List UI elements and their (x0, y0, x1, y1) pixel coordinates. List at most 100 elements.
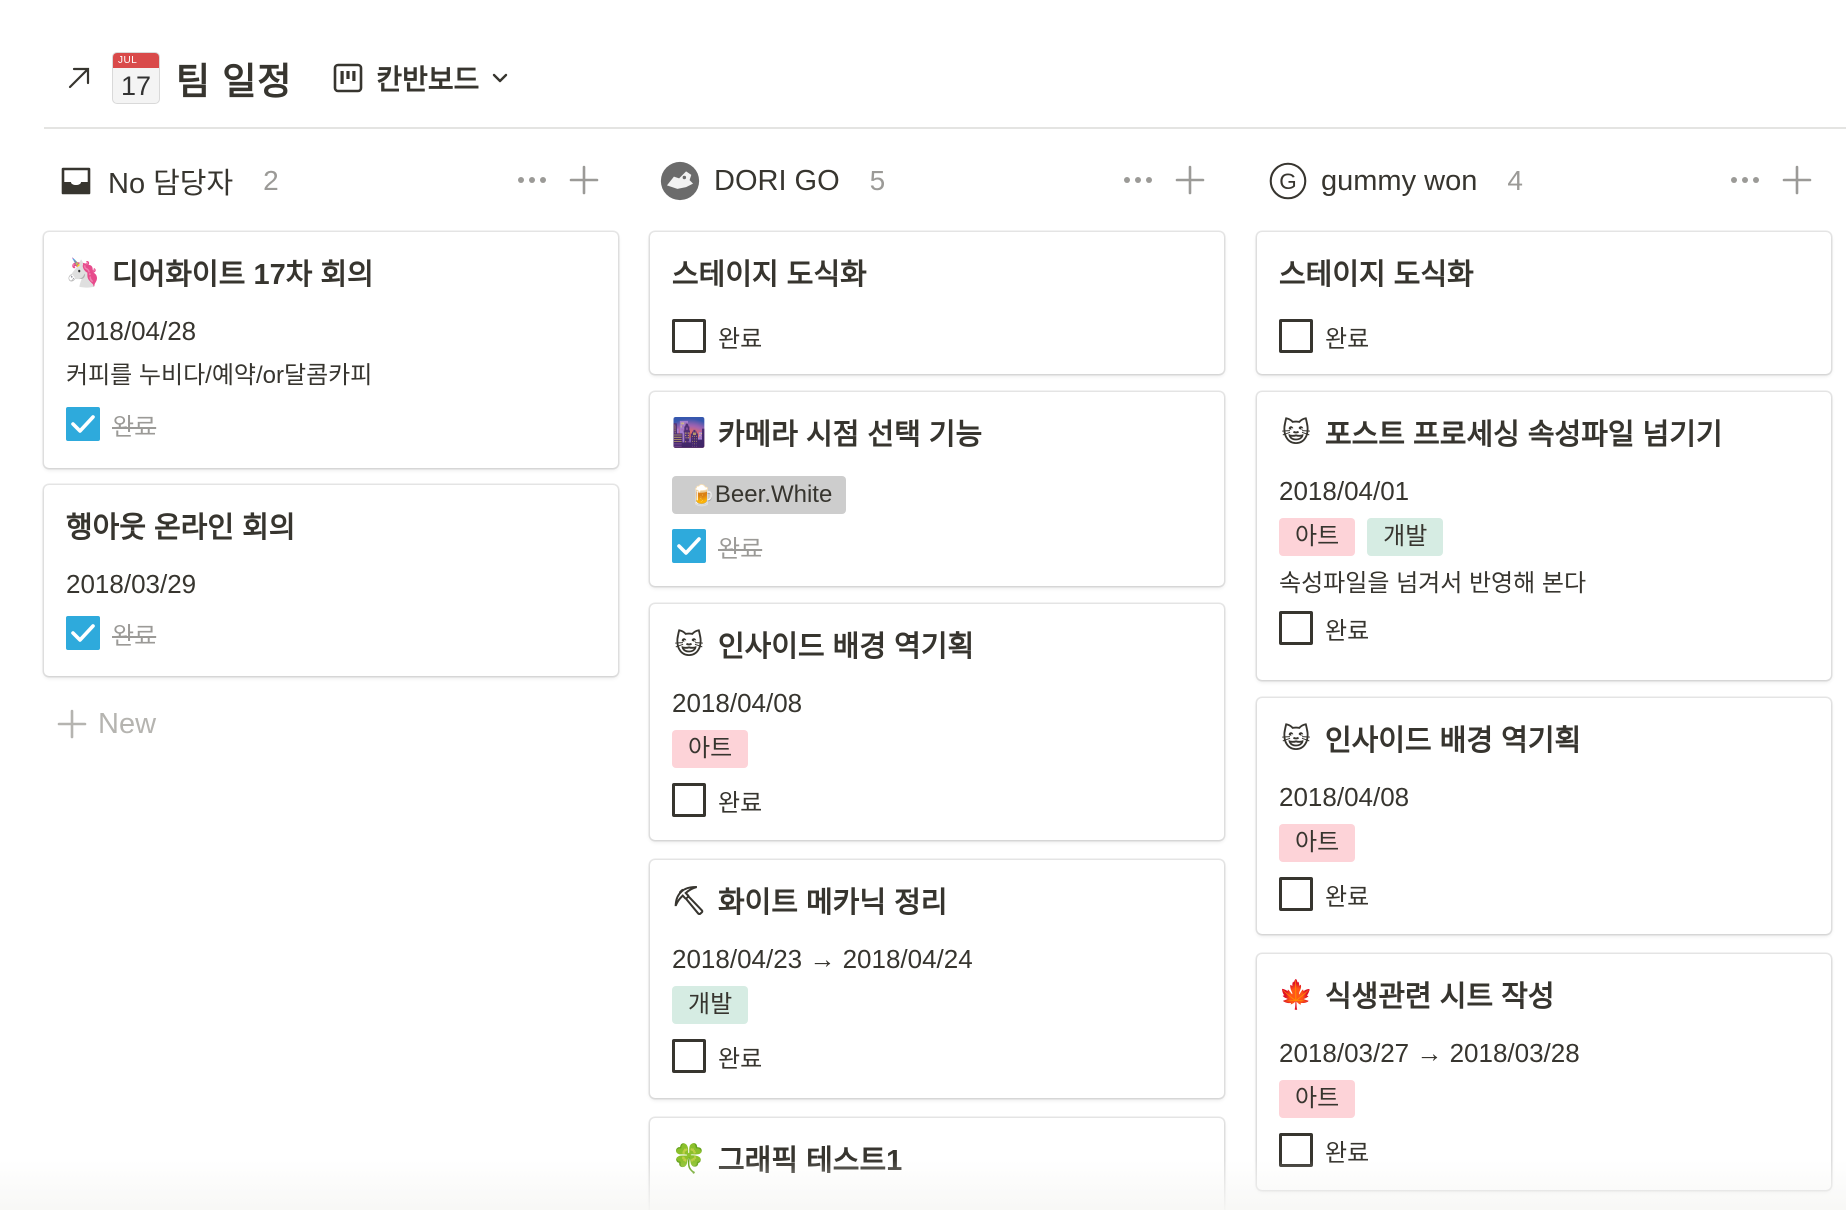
column-header: G gummy won 4 (1257, 150, 1831, 212)
card-date: 2018/04/01 (1279, 476, 1410, 506)
card-title: 카메라 시점 선택 기능 (718, 419, 983, 451)
card-title: 화이트 메카닉 정리 (718, 887, 948, 919)
column-header: No 담당자 2 (44, 150, 618, 212)
page-title[interactable]: 팀 일정 (176, 51, 292, 105)
check-icon (71, 415, 95, 433)
done-checkbox[interactable] (66, 407, 100, 441)
board-card[interactable]: 😺 인사이드 배경 역기획 2018/04/08 아트 완료 (650, 604, 1224, 840)
header-divider (44, 127, 1846, 129)
page-header: JUL 17 팀 일정 칸반보드 (0, 0, 1846, 129)
tag-dev: 개발 (672, 986, 749, 1024)
done-checkbox[interactable] (672, 1039, 706, 1073)
card-title: 행아웃 온라인 회의 (66, 512, 296, 544)
column-add-icon[interactable] (1777, 162, 1817, 198)
card-title: 인사이드 배경 역기획 (1325, 725, 1582, 757)
tag-art: 아트 (1279, 824, 1356, 862)
g-initial-icon: G (1269, 162, 1307, 200)
card-note: 속성파일을 넘겨서 반영해 본다 (1279, 570, 1587, 597)
board-card[interactable]: 스테이지 도식화 완료 (650, 232, 1224, 374)
done-checkbox[interactable] (1279, 1133, 1313, 1167)
open-as-page-arrow-icon[interactable] (62, 61, 96, 95)
view-label: 칸반보드 (376, 64, 480, 95)
tag-art: 아트 (1279, 518, 1356, 556)
done-checkbox[interactable] (672, 529, 706, 563)
card-date: 2018/04/08 (1279, 782, 1410, 812)
checkbox-label: 완료 (112, 413, 157, 441)
calendar-day: 17 (120, 71, 152, 101)
new-card-button[interactable]: New (56, 702, 156, 746)
board-card[interactable]: 😺 인사이드 배경 역기획 2018/04/08 아트 완료 (1257, 698, 1831, 934)
card-title: 스테이지 도식화 (1279, 259, 1474, 291)
inbox-icon (58, 163, 94, 199)
card-date: 2018/04/23 → 2018/04/24 (672, 944, 973, 974)
cat-face-icon: 😺 (674, 628, 704, 660)
card-title: 포스트 프로세싱 속성파일 넘기기 (1325, 419, 1723, 451)
done-checkbox[interactable] (1279, 319, 1313, 353)
check-icon (677, 537, 701, 555)
card-title: 식생관련 시트 작성 (1325, 981, 1555, 1013)
card-date: 2018/04/08 (672, 688, 803, 718)
card-title: 인사이드 배경 역기획 (718, 631, 975, 663)
board-column-gummy-won: G gummy won 4 스테이지 도식화 완료 😺 포스트 프로세싱 속성파… (1257, 150, 1831, 1210)
column-add-icon[interactable] (1170, 162, 1210, 198)
checkbox-label: 완료 (718, 1045, 763, 1073)
column-count: 5 (869, 165, 886, 196)
column-more-icon[interactable] (512, 162, 552, 198)
card-title: 스테이지 도식화 (672, 259, 867, 291)
checkbox-label: 완료 (718, 789, 763, 817)
column-add-icon[interactable] (564, 162, 604, 198)
tag-art: 아트 (672, 730, 749, 768)
card-date: 2018/04/28 (66, 316, 197, 346)
done-checkbox[interactable] (1279, 611, 1313, 645)
board-card[interactable]: ⛏ 화이트 메카닉 정리 2018/04/23 → 2018/04/24 개발 … (650, 860, 1224, 1098)
board-card[interactable]: 행아웃 온라인 회의 2018/03/29 완료 (44, 485, 618, 676)
cat-face-icon: 😺 (1281, 416, 1311, 448)
board-card[interactable]: 🍁 식생관련 시트 작성 2018/03/27 → 2018/03/28 아트 … (1257, 954, 1831, 1190)
view-switcher[interactable]: 칸반보드 (328, 56, 515, 100)
checkbox-label: 완료 (718, 325, 763, 353)
column-header: DORI GO 5 (650, 150, 1224, 212)
done-checkbox[interactable] (1279, 877, 1313, 911)
avatar-icon (660, 161, 700, 201)
checkbox-label: 완료 (718, 535, 763, 563)
board-column-dori-go: DORI GO 5 스테이지 도식화 완료 🌆 카메라 시점 선택 기능 🍺Be… (650, 150, 1224, 1210)
board-card[interactable]: 🌆 카메라 시점 선택 기능 🍺Beer.White 완료 (650, 392, 1224, 586)
checkbox-label: 완료 (1325, 325, 1370, 353)
city-sunset-icon: 🌆 (671, 416, 707, 448)
calendar-icon: JUL 17 (112, 52, 160, 104)
card-note: 커피를 누비다/예약/or달콤카피 (66, 362, 373, 389)
column-title[interactable]: No 담당자 (108, 160, 233, 202)
svg-text:G: G (1279, 169, 1296, 194)
column-more-icon[interactable] (1118, 162, 1158, 198)
plant-icon: 🍀 (671, 1142, 707, 1174)
board-card[interactable]: 스테이지 도식화 완료 (1257, 232, 1831, 374)
beer-icon: 🍺 (690, 485, 715, 507)
pickaxe-icon: ⛏ (671, 884, 707, 916)
column-count: 2 (263, 165, 279, 196)
board-view-icon (334, 63, 363, 93)
person-tag: 🍺Beer.White (672, 476, 847, 514)
plus-icon (57, 709, 87, 739)
column-count: 4 (1507, 165, 1523, 196)
card-title: 그래픽 테스트1 (718, 1145, 903, 1177)
new-card-label: New (98, 707, 157, 740)
board-card[interactable]: 🦄 디어화이트 17차 회의 2018/04/28 커피를 누비다/예약/or달… (44, 232, 618, 468)
done-checkbox[interactable] (66, 616, 100, 650)
done-checkbox[interactable] (672, 319, 706, 353)
check-icon (71, 624, 95, 642)
board-card[interactable]: 😺 포스트 프로세싱 속성파일 넘기기 2018/04/01 아트 개발 속성파… (1257, 392, 1831, 680)
calendar-month: JUL (113, 53, 159, 68)
card-date: 2018/03/29 (66, 569, 197, 599)
card-date: 2018/03/27 → 2018/03/28 (1279, 1038, 1580, 1068)
column-more-icon[interactable] (1725, 162, 1765, 198)
board-card[interactable]: 🍀 그래픽 테스트1 (650, 1118, 1224, 1210)
chevron-down-icon (493, 73, 508, 83)
tag-dev: 개발 (1367, 518, 1444, 556)
checkbox-label: 완료 (1325, 1139, 1370, 1167)
board-column-no-assignee: No 담당자 2 🦄 디어화이트 17차 회의 2018/04/28 커피를 누… (44, 150, 618, 1210)
column-title[interactable]: DORI GO (714, 165, 840, 198)
done-checkbox[interactable] (672, 783, 706, 817)
tag-art: 아트 (1279, 1080, 1356, 1118)
checkbox-label: 완료 (1325, 617, 1370, 645)
column-title[interactable]: gummy won (1321, 165, 1477, 198)
